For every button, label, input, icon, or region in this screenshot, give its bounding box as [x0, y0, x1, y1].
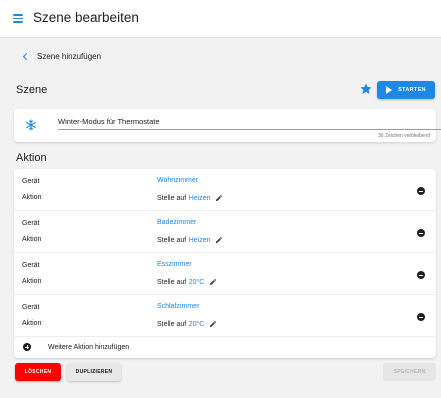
- remove-action-icon[interactable]: [417, 313, 425, 321]
- device-label: Gerät: [22, 178, 40, 185]
- action-value: Stelle auf 20°C: [157, 278, 217, 286]
- action-label: Aktion: [22, 236, 42, 243]
- room-link[interactable]: Schlafzimmer: [157, 303, 199, 310]
- app-bar: Szene bearbeiten: [0, 0, 441, 38]
- scene-name-card: 36 Zeichen verbleibend: [14, 109, 441, 142]
- action-row: Gerät Aktion Badezimmer Stelle auf Heize…: [14, 211, 436, 253]
- pencil-icon[interactable]: [215, 194, 223, 202]
- scene-name-input[interactable]: [58, 115, 441, 130]
- start-label: STARTEN: [398, 87, 426, 93]
- device-label: Gerät: [22, 262, 40, 269]
- action-value: Stelle auf 20°C: [157, 320, 217, 328]
- action-row: Gerät Aktion Esszimmer Stelle auf 20°C: [14, 253, 436, 295]
- action-value-link[interactable]: Heizen: [189, 237, 211, 244]
- back-link[interactable]: Szene hinzufügen: [22, 49, 102, 63]
- action-label: Aktion: [22, 194, 42, 201]
- save-button[interactable]: SPEICHERN: [383, 363, 436, 381]
- star-icon[interactable]: [359, 82, 373, 96]
- page-title: Szene bearbeiten: [33, 10, 139, 25]
- pencil-icon[interactable]: [209, 278, 217, 286]
- room-link[interactable]: Badezimmer: [157, 219, 196, 226]
- action-value-link[interactable]: 20°C: [189, 321, 205, 328]
- action-label: Aktion: [22, 278, 42, 285]
- device-label: Gerät: [22, 304, 40, 311]
- actions-card: Gerät Aktion Wohnzimmer Stelle auf Heize…: [14, 169, 436, 358]
- char-count: 36 Zeichen verbleibend: [378, 133, 430, 139]
- add-action-button[interactable]: Weitere Aktion hinzufügen: [14, 337, 436, 358]
- actions-section-title: Aktion: [16, 152, 47, 164]
- action-prefix: Stelle auf: [157, 236, 187, 244]
- back-label: Szene hinzufügen: [37, 51, 102, 61]
- hamburger-menu-icon[interactable]: [13, 14, 23, 23]
- snowflake-icon: [26, 119, 36, 131]
- action-label: Aktion: [22, 320, 42, 327]
- scene-section-title: Szene: [16, 84, 48, 96]
- pencil-icon[interactable]: [209, 320, 217, 328]
- add-circle-icon: [23, 343, 31, 351]
- device-label: Gerät: [22, 220, 40, 227]
- action-row: Gerät Aktion Wohnzimmer Stelle auf Heize…: [14, 169, 436, 211]
- remove-action-icon[interactable]: [417, 229, 425, 237]
- play-icon: [386, 86, 393, 94]
- remove-action-icon[interactable]: [417, 187, 425, 195]
- action-value-link[interactable]: Heizen: [189, 195, 211, 202]
- action-prefix: Stelle auf: [157, 194, 187, 202]
- chevron-left-icon: [22, 52, 31, 60]
- delete-button[interactable]: LÖSCHEN: [15, 363, 61, 381]
- action-row: Gerät Aktion Schlafzimmer Stelle auf 20°…: [14, 295, 436, 337]
- room-link[interactable]: Wohnzimmer: [157, 177, 198, 184]
- action-prefix: Stelle auf: [157, 278, 187, 286]
- action-value: Stelle auf Heizen: [157, 194, 223, 202]
- room-link[interactable]: Esszimmer: [157, 261, 192, 268]
- pencil-icon[interactable]: [215, 236, 223, 244]
- action-prefix: Stelle auf: [157, 320, 187, 328]
- add-action-label: Weitere Aktion hinzufügen: [48, 344, 130, 351]
- remove-action-icon[interactable]: [417, 271, 425, 279]
- duplicate-button[interactable]: DUPLIZIEREN: [67, 363, 121, 381]
- action-value: Stelle auf Heizen: [157, 236, 223, 244]
- start-scene-button[interactable]: STARTEN: [377, 81, 435, 99]
- action-value-link[interactable]: 20°C: [189, 279, 205, 286]
